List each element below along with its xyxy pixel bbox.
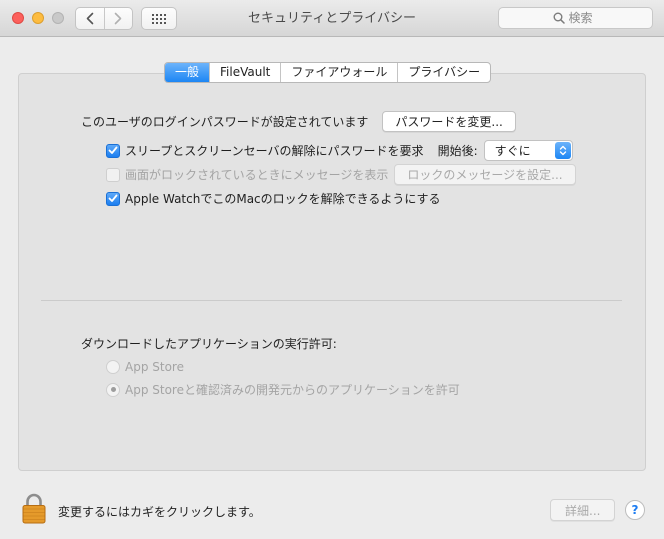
back-button[interactable] [76, 8, 104, 29]
tab-filevault[interactable]: FileVault [209, 63, 280, 82]
apple-watch-row: Apple WatchでこのMacのロックを解除できるようにする [106, 190, 441, 207]
lock-hint-row: 変更するにはカギをクリックします。 [58, 503, 261, 520]
lock-hint-text: 変更するにはカギをクリックします。 [58, 505, 261, 519]
after-label: 開始後: [437, 144, 478, 158]
show-message-row: 画面がロックされているときにメッセージを表示 ロックのメッセージを設定... [106, 164, 576, 185]
radio-identified-label: App Storeと確認済みの開発元からのアプリケーションを許可 [125, 383, 460, 397]
grid-icon [152, 13, 166, 24]
radio-app-store-row: App Store [106, 360, 184, 374]
section-divider [41, 300, 622, 301]
navigation-buttons [75, 7, 133, 30]
help-button[interactable]: ? [625, 500, 645, 520]
password-row: このユーザのログインパスワードが設定されています パスワードを変更... [81, 111, 516, 132]
radio-app-store[interactable] [106, 360, 120, 374]
content-panel [18, 73, 646, 471]
close-window-button[interactable] [12, 12, 24, 24]
radio-identified-row: App Storeと確認済みの開発元からのアプリケーションを許可 [106, 381, 460, 398]
set-lock-message-button[interactable]: ロックのメッセージを設定... [394, 164, 576, 185]
show-all-button[interactable] [141, 7, 177, 30]
radio-app-store-label: App Store [125, 360, 184, 374]
apple-watch-checkbox[interactable] [106, 191, 120, 206]
downloads-heading: ダウンロードしたアプリケーションの実行許可: [81, 337, 337, 351]
show-message-checkbox[interactable] [106, 167, 120, 182]
delay-value: すぐに [494, 144, 531, 158]
downloads-heading-row: ダウンロードしたアプリケーションの実行許可: [81, 335, 337, 352]
chevron-left-icon [86, 12, 94, 25]
checkmark-icon [108, 194, 118, 202]
checkmark-icon [108, 146, 118, 154]
tab-privacy[interactable]: プライバシー [397, 63, 490, 82]
title-bar: セキュリティとプライバシー [0, 0, 664, 37]
advanced-button[interactable]: 詳細... [550, 499, 616, 521]
require-password-delay-select[interactable]: すぐに [483, 140, 573, 161]
forward-button[interactable] [103, 8, 133, 29]
search-input[interactable] [568, 11, 599, 25]
require-password-checkbox[interactable] [106, 143, 120, 158]
chevron-right-icon [114, 12, 122, 25]
zoom-window-button[interactable] [52, 12, 64, 24]
radio-identified-developers[interactable] [106, 382, 120, 397]
minimize-window-button[interactable] [32, 12, 44, 24]
lock-button[interactable] [22, 493, 46, 527]
search-icon [553, 12, 565, 24]
tab-general[interactable]: 一般 [165, 63, 210, 82]
require-password-label: スリープとスクリーンセーバの解除にパスワードを要求 [125, 144, 424, 158]
tab-firewall[interactable]: ファイアウォール [280, 63, 397, 82]
select-arrows-icon [554, 142, 571, 159]
show-message-label: 画面がロックされているときにメッセージを表示 [125, 168, 389, 182]
tab-bar: 一般 FileVault ファイアウォール プライバシー [164, 62, 492, 83]
change-password-button[interactable]: パスワードを変更... [382, 111, 516, 132]
lock-icon [22, 493, 46, 524]
password-status-label: このユーザのログインパスワードが設定されています [81, 115, 369, 129]
apple-watch-label: Apple WatchでこのMacのロックを解除できるようにする [125, 192, 441, 206]
require-password-row: スリープとスクリーンセーバの解除にパスワードを要求 開始後: すぐに [106, 140, 573, 161]
search-field[interactable] [498, 7, 653, 29]
